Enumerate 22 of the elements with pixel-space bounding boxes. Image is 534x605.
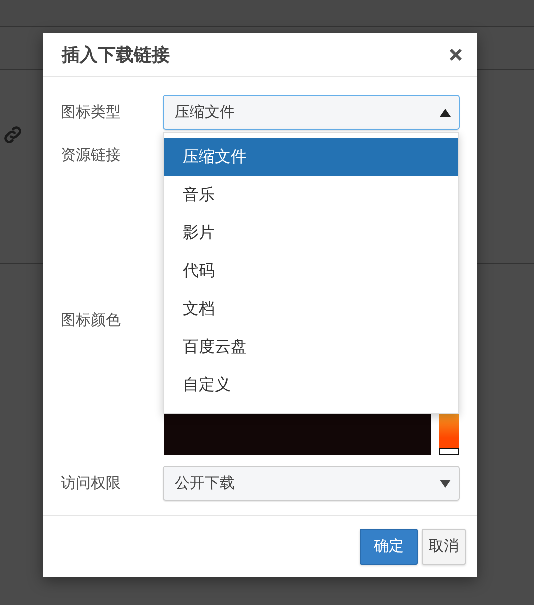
dropdown-option[interactable]: 音乐 [164, 176, 458, 214]
field-label: 图标颜色 [61, 311, 122, 330]
dropdown-option[interactable]: 代码 [164, 252, 458, 290]
dropdown-option[interactable]: 文档 [164, 290, 458, 328]
dialog-title: 插入下载链接 [62, 44, 170, 66]
cancel-button[interactable]: 取消 [422, 528, 466, 564]
hue-slider-thumb[interactable] [439, 448, 459, 455]
confirm-button[interactable]: 确定 [360, 528, 418, 564]
field-label: 资源链接 [61, 146, 122, 165]
link-icon [2, 124, 24, 146]
field-label: 图标类型 [61, 103, 122, 122]
select-field[interactable]: 压缩文件 [163, 95, 460, 130]
dropdown-option[interactable]: 压缩文件 [164, 138, 458, 176]
dropdown-option[interactable]: 影片 [164, 214, 458, 252]
dropdown-option[interactable]: 百度云盘 [164, 328, 458, 366]
close-icon [449, 48, 463, 62]
dropdown-option[interactable]: 自定义 [164, 366, 458, 404]
select-field[interactable]: 公开下载 [163, 466, 460, 501]
caret-up-icon [440, 108, 451, 116]
close-button[interactable] [449, 48, 463, 62]
caret-down-icon [440, 480, 451, 488]
field-label: 访问权限 [61, 474, 122, 493]
